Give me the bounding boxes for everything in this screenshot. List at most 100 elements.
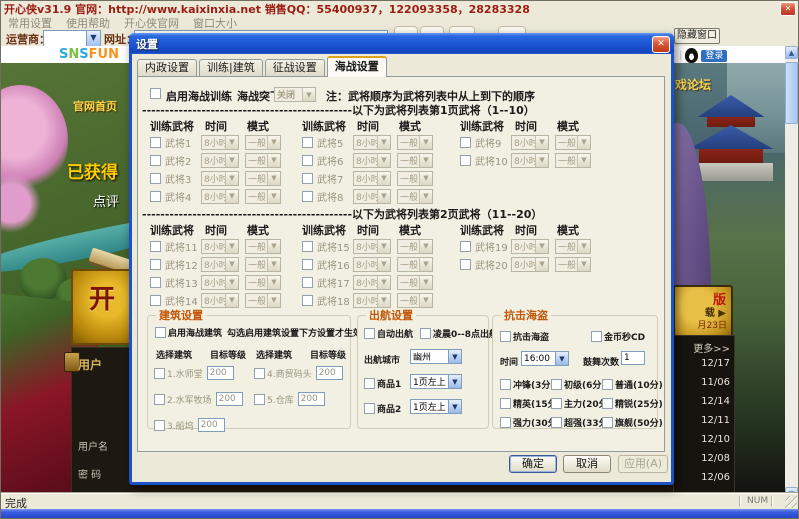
goods2-select[interactable]: 1页左上▼ bbox=[410, 399, 462, 414]
pirate-option-checkbox[interactable] bbox=[602, 379, 613, 390]
general-checkbox[interactable] bbox=[302, 241, 313, 252]
time-select[interactable]: 8小时▼ bbox=[201, 275, 239, 290]
operator-select[interactable]: ▼ bbox=[43, 30, 101, 47]
general-checkbox[interactable] bbox=[302, 277, 313, 288]
mode-select[interactable]: 一般▼ bbox=[555, 135, 591, 150]
mode-select[interactable]: 一般▼ bbox=[397, 275, 433, 290]
time-select[interactable]: 8小时▼ bbox=[511, 153, 549, 168]
mode-select[interactable]: 一般▼ bbox=[397, 189, 433, 204]
general-checkbox[interactable] bbox=[150, 259, 161, 270]
building-level-input[interactable] bbox=[298, 392, 325, 406]
time-select[interactable]: 8小时▼ bbox=[511, 239, 549, 254]
news-date[interactable]: 12/08 bbox=[701, 453, 730, 464]
mode-select[interactable]: 一般▼ bbox=[245, 239, 281, 254]
goods1-select[interactable]: 1页左上▼ bbox=[410, 374, 462, 389]
mode-select[interactable]: 一般▼ bbox=[245, 275, 281, 290]
time-select[interactable]: 8小时▼ bbox=[353, 171, 391, 186]
app-close-button[interactable]: ✕ bbox=[780, 2, 796, 16]
time-select[interactable]: 8小时▼ bbox=[353, 189, 391, 204]
news-date[interactable]: 12/10 bbox=[701, 434, 730, 445]
mode-select[interactable]: 一般▼ bbox=[555, 239, 591, 254]
general-checkbox[interactable] bbox=[150, 155, 161, 166]
resize-grip[interactable] bbox=[785, 496, 797, 508]
news-date[interactable]: 11/06 bbox=[701, 377, 730, 388]
dialog-close-button[interactable]: ✕ bbox=[652, 36, 670, 53]
night-sail-checkbox[interactable] bbox=[420, 328, 431, 339]
building-level-input[interactable] bbox=[316, 366, 343, 380]
mode-select[interactable]: 一般▼ bbox=[397, 153, 433, 168]
mode-select[interactable]: 一般▼ bbox=[245, 293, 281, 308]
building-level-input[interactable] bbox=[207, 366, 234, 380]
qq-login-button[interactable]: 登录 bbox=[701, 50, 727, 62]
pirate-option-checkbox[interactable] bbox=[500, 398, 511, 409]
general-checkbox[interactable] bbox=[150, 277, 161, 288]
cancel-button[interactable]: 取消 bbox=[563, 455, 611, 473]
building-checkbox[interactable] bbox=[154, 394, 165, 405]
mode-select[interactable]: 一般▼ bbox=[397, 293, 433, 308]
general-checkbox[interactable] bbox=[150, 241, 161, 252]
general-checkbox[interactable] bbox=[302, 191, 313, 202]
time-select[interactable]: 8小时▼ bbox=[353, 275, 391, 290]
page-scrollbar[interactable]: ▲ ▼ bbox=[785, 46, 798, 500]
pirate-time-select[interactable]: 16:00▼ bbox=[521, 351, 569, 366]
general-checkbox[interactable] bbox=[302, 259, 313, 270]
building-checkbox[interactable] bbox=[154, 420, 165, 431]
news-date[interactable]: 12/11 bbox=[701, 415, 730, 426]
building-checkbox[interactable] bbox=[254, 368, 265, 379]
naval-tufei-select[interactable]: 关闭▼ bbox=[274, 87, 316, 102]
general-checkbox[interactable] bbox=[150, 173, 161, 184]
auto-sail-checkbox[interactable] bbox=[364, 328, 375, 339]
general-checkbox[interactable] bbox=[460, 241, 471, 252]
pirate-option-checkbox[interactable] bbox=[500, 379, 511, 390]
time-select[interactable]: 8小时▼ bbox=[201, 171, 239, 186]
goods1-checkbox[interactable] bbox=[364, 378, 375, 389]
ok-button[interactable]: 确定 bbox=[509, 455, 557, 473]
general-checkbox[interactable] bbox=[150, 191, 161, 202]
time-select[interactable]: 8小时▼ bbox=[201, 189, 239, 204]
hide-window-button[interactable]: 隐藏窗口 bbox=[674, 28, 720, 44]
news-date[interactable]: 12/17 bbox=[701, 358, 730, 369]
tab-3[interactable]: 海战设置 bbox=[327, 56, 387, 77]
scroll-thumb[interactable] bbox=[785, 62, 798, 124]
goods2-checkbox[interactable] bbox=[364, 403, 375, 414]
general-checkbox[interactable] bbox=[150, 137, 161, 148]
tab-1[interactable]: 训练|建筑 bbox=[199, 59, 263, 76]
mode-select[interactable]: 一般▼ bbox=[397, 135, 433, 150]
tab-0[interactable]: 内政设置 bbox=[137, 59, 197, 76]
pirate-option-checkbox[interactable] bbox=[602, 417, 613, 428]
sail-city-select[interactable]: 幽州▼ bbox=[410, 349, 462, 364]
time-select[interactable]: 8小时▼ bbox=[201, 257, 239, 272]
building-checkbox[interactable] bbox=[154, 368, 165, 379]
time-select[interactable]: 8小时▼ bbox=[201, 239, 239, 254]
time-select[interactable]: 8小时▼ bbox=[353, 153, 391, 168]
mode-select[interactable]: 一般▼ bbox=[245, 189, 281, 204]
scroll-up-arrow[interactable]: ▲ bbox=[785, 46, 798, 59]
mode-select[interactable]: 一般▼ bbox=[555, 257, 591, 272]
time-select[interactable]: 8小时▼ bbox=[511, 257, 549, 272]
building-checkbox[interactable] bbox=[254, 394, 265, 405]
dialog-titlebar[interactable]: 设置 bbox=[129, 33, 674, 54]
mode-select[interactable]: 一般▼ bbox=[245, 135, 281, 150]
general-checkbox[interactable] bbox=[460, 259, 471, 270]
pirate-option-checkbox[interactable] bbox=[551, 379, 562, 390]
mode-select[interactable]: 一般▼ bbox=[245, 153, 281, 168]
time-select[interactable]: 8小时▼ bbox=[201, 293, 239, 308]
enable-naval-training-checkbox[interactable] bbox=[150, 88, 161, 99]
mode-select[interactable]: 一般▼ bbox=[245, 257, 281, 272]
pirate-option-checkbox[interactable] bbox=[500, 417, 511, 428]
cheer-count-input[interactable] bbox=[621, 351, 645, 365]
time-select[interactable]: 8小时▼ bbox=[511, 135, 549, 150]
news-more-link[interactable]: 更多>> bbox=[693, 340, 730, 355]
mode-select[interactable]: 一般▼ bbox=[397, 239, 433, 254]
building-level-input[interactable] bbox=[216, 392, 243, 406]
fight-pirates-checkbox[interactable] bbox=[500, 331, 511, 342]
general-checkbox[interactable] bbox=[460, 155, 471, 166]
time-select[interactable]: 8小时▼ bbox=[201, 153, 239, 168]
general-checkbox[interactable] bbox=[302, 155, 313, 166]
time-select[interactable]: 8小时▼ bbox=[201, 135, 239, 150]
general-checkbox[interactable] bbox=[302, 295, 313, 306]
general-checkbox[interactable] bbox=[302, 137, 313, 148]
news-date[interactable]: 12/14 bbox=[701, 396, 730, 407]
mode-select[interactable]: 一般▼ bbox=[245, 171, 281, 186]
general-checkbox[interactable] bbox=[302, 173, 313, 184]
